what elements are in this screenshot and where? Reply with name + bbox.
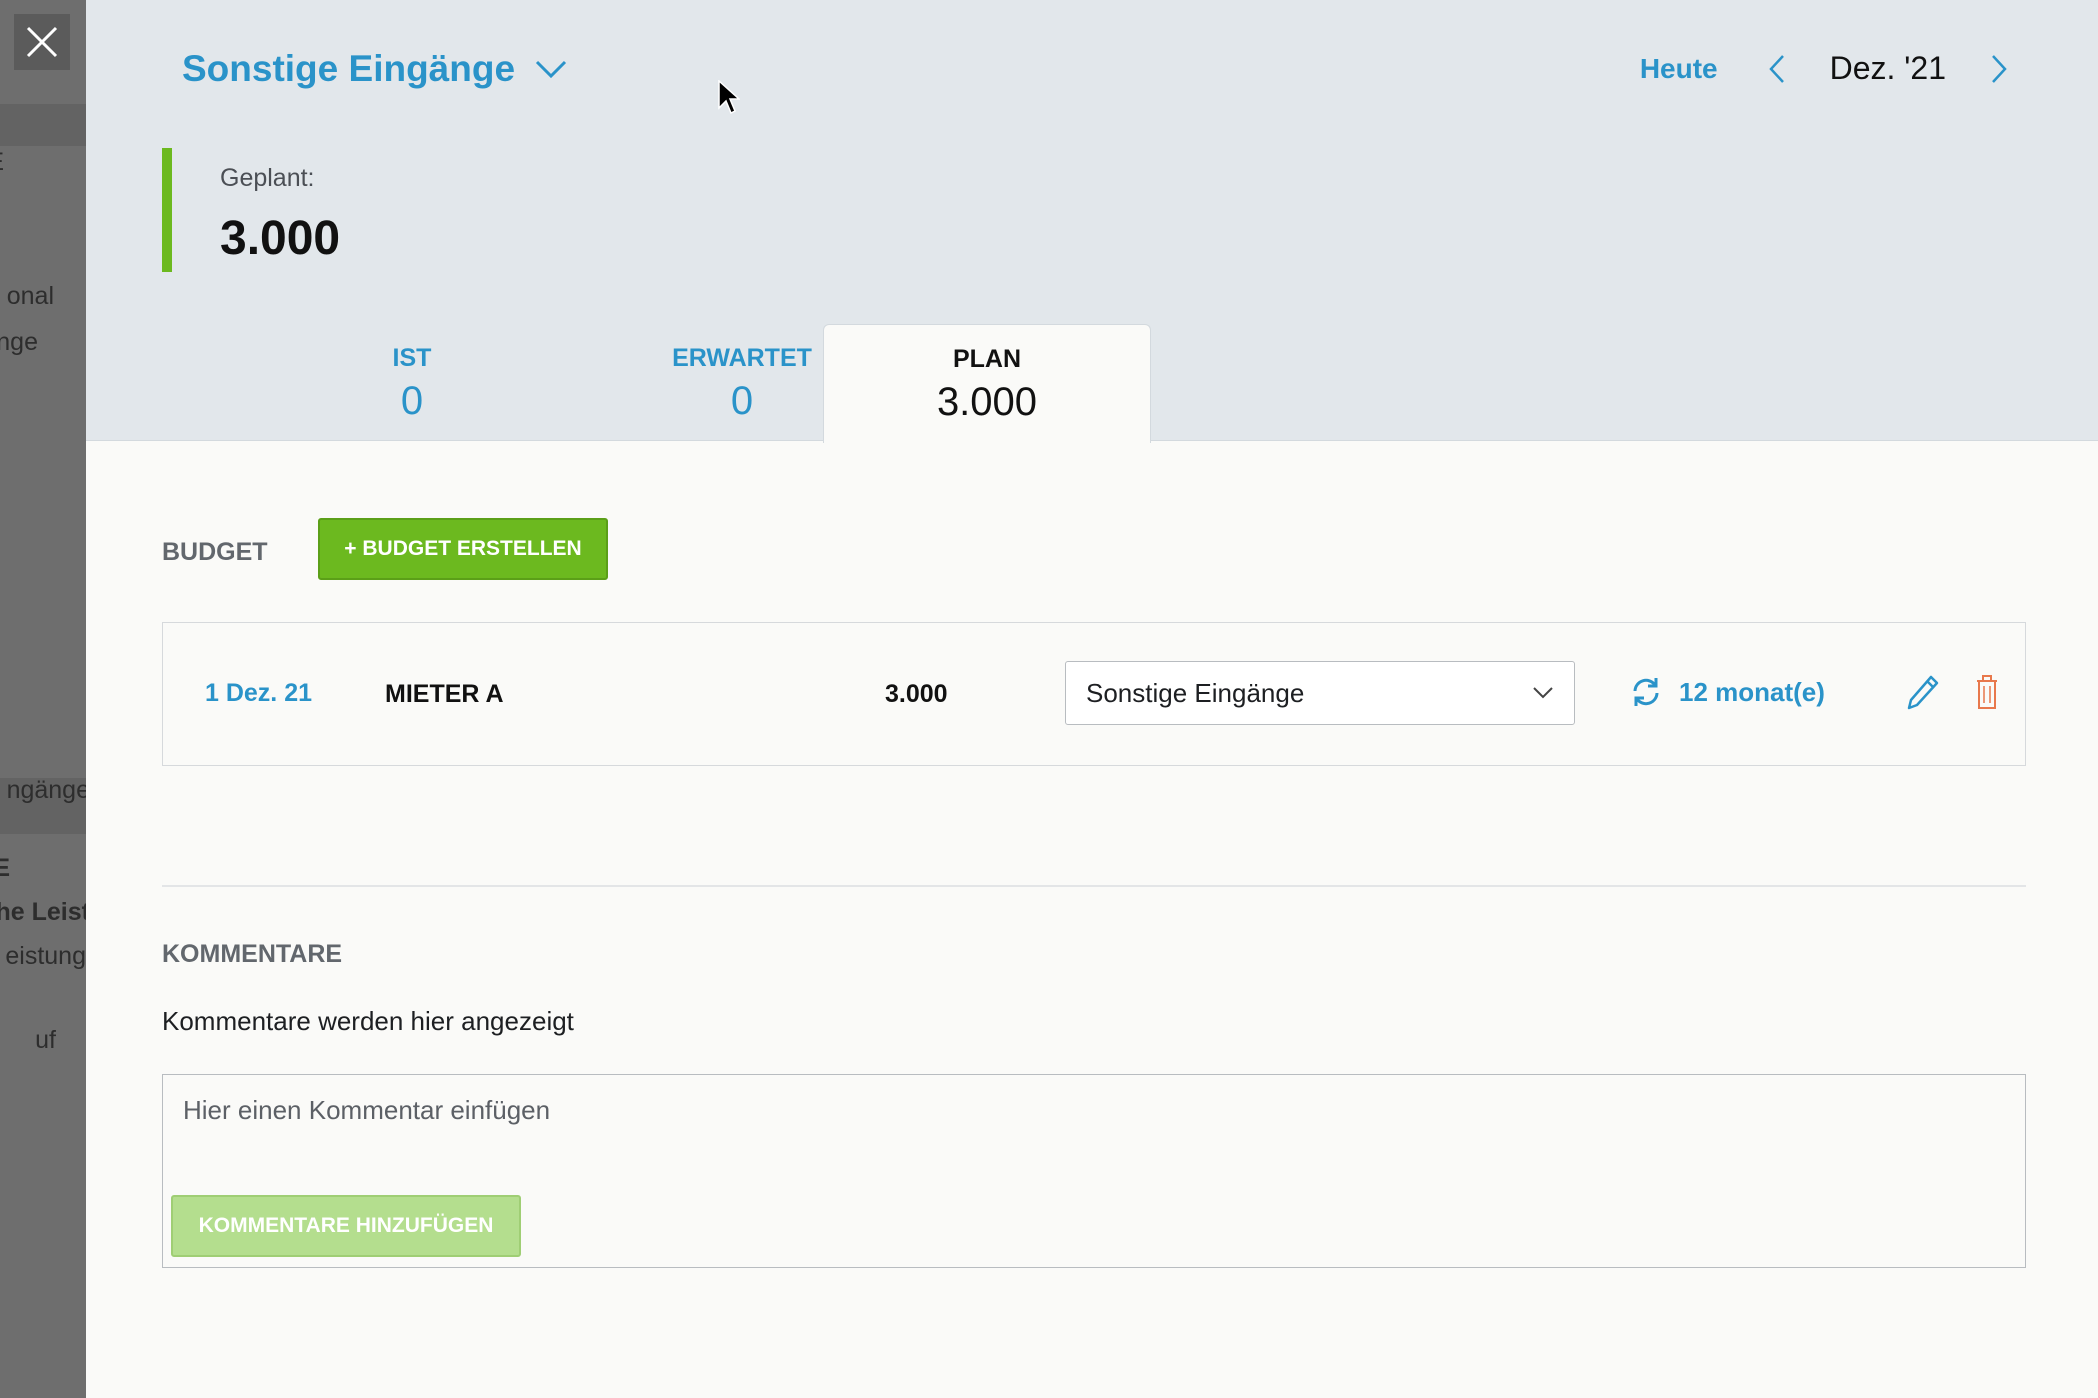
comment-placeholder: Hier einen Kommentar einfügen xyxy=(183,1095,551,1125)
background-band xyxy=(0,104,86,146)
panel-header: Sonstige Eingänge Heute Dez. '21 Geplant… xyxy=(86,0,2098,443)
tab-plan[interactable]: PLAN 3.000 xyxy=(823,324,1151,443)
background-text: nge xyxy=(0,328,38,356)
month-navigation: Heute Dez. '21 xyxy=(1640,50,2008,87)
close-button[interactable] xyxy=(14,14,70,70)
background-text: onal xyxy=(6,282,54,310)
current-month: Dez. '21 xyxy=(1829,50,1946,86)
page-title: Sonstige Eingänge xyxy=(182,48,516,89)
background-text: uf xyxy=(35,1026,56,1054)
comments-section-label: KOMMENTARE xyxy=(162,940,343,968)
add-comment-button[interactable]: KOMMENTARE HINZUFÜGEN xyxy=(171,1195,521,1257)
chevron-right-icon xyxy=(1992,54,2007,83)
create-budget-button[interactable]: + BUDGET ERSTELLEN xyxy=(318,518,608,580)
tab-value: 0 xyxy=(400,379,424,423)
trash-icon xyxy=(1977,675,1997,709)
background-text: E xyxy=(0,854,10,882)
chevron-down-icon xyxy=(535,60,567,79)
edit-budget-button[interactable] xyxy=(1905,673,1941,716)
detail-panel: Sonstige Eingänge Heute Dez. '21 Geplant… xyxy=(86,0,2098,1398)
planned-value: 3.000 xyxy=(220,212,341,265)
tab-ist[interactable]: IST 0 xyxy=(254,324,570,440)
background-overlay: E onal nge ngänge E he Leist eistung uf xyxy=(0,0,86,1398)
budget-category-select[interactable]: Sonstige Eingänge xyxy=(1065,661,1575,725)
delete-budget-button[interactable] xyxy=(1975,673,1999,716)
tab-value: 3.000 xyxy=(936,380,1038,424)
section-divider xyxy=(162,885,2026,887)
refresh-icon xyxy=(1633,678,1659,706)
category-dropdown[interactable]: Sonstige Eingänge xyxy=(182,48,567,90)
comments-empty-text: Kommentare werden hier angezeigt xyxy=(162,1006,574,1036)
budget-date-link[interactable]: 1 Dez. 21 xyxy=(205,679,312,708)
tab-label: IST xyxy=(392,344,432,372)
chevron-down-icon xyxy=(1533,687,1553,699)
budget-row: 1 Dez. 21 MIETER A 3.000 Sonstige Eingän… xyxy=(162,622,2026,766)
planned-summary: Geplant: 3.000 xyxy=(162,148,340,272)
background-text: eistung xyxy=(5,942,86,970)
comment-input[interactable]: Hier einen Kommentar einfügen KOMMENTARE… xyxy=(162,1074,2026,1268)
mouse-cursor-icon xyxy=(718,80,740,115)
planned-label: Geplant: xyxy=(220,164,315,192)
background-text: ngänge xyxy=(6,776,86,804)
background-text: he Leist xyxy=(0,898,86,926)
close-icon xyxy=(26,26,58,58)
recurrence-label: 12 monat(e) xyxy=(1679,676,1825,707)
budget-amount: 3.000 xyxy=(885,680,948,708)
budget-section-label: BUDGET xyxy=(162,538,268,566)
tab-label: PLAN xyxy=(952,345,1022,373)
today-button[interactable]: Heute xyxy=(1640,53,1718,85)
chevron-left-icon xyxy=(1768,54,1784,83)
previous-month-button[interactable] xyxy=(1768,54,1786,84)
budget-name: MIETER A xyxy=(385,680,504,708)
select-value: Sonstige Eingänge xyxy=(1086,677,1305,708)
background-text: E xyxy=(0,148,4,177)
pencil-icon xyxy=(1907,675,1939,710)
next-month-button[interactable] xyxy=(1990,54,2008,84)
recurrence-link[interactable]: 12 monat(e) xyxy=(1629,675,1825,709)
